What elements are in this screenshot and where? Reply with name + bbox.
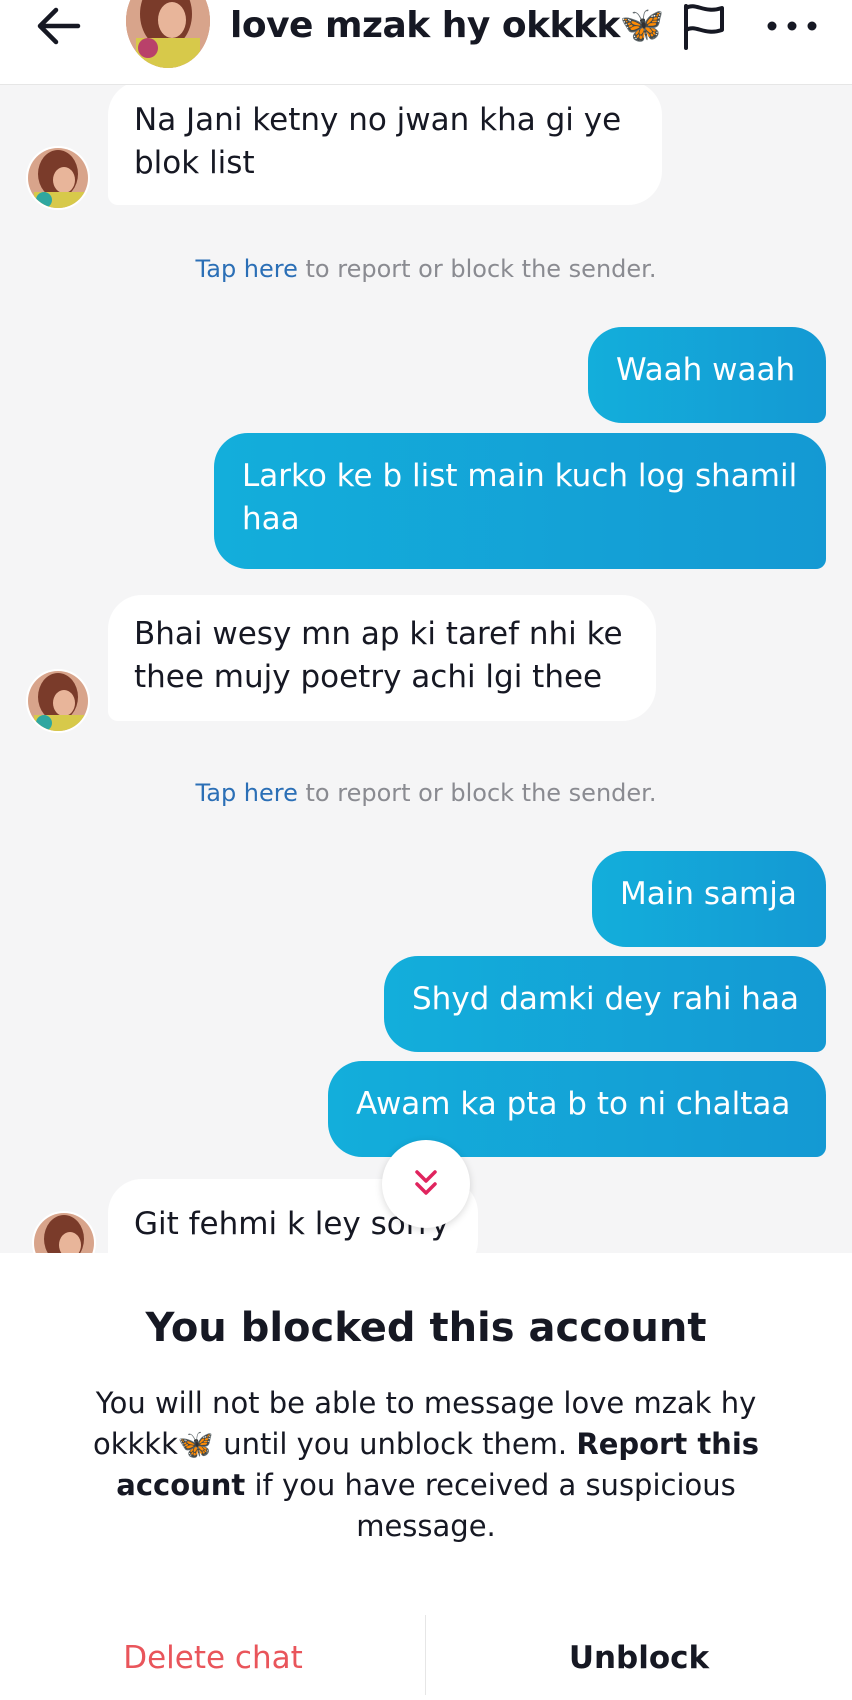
outgoing-message[interactable]: Waah waah	[588, 327, 826, 423]
contact-avatar[interactable]	[126, 0, 210, 68]
more-options-button[interactable]	[762, 6, 822, 46]
blocked-description: You will not be able to message love mza…	[92, 1386, 760, 1543]
double-chevron-down-icon	[415, 1170, 437, 1195]
blocked-account-panel: You blocked this account You will not be…	[0, 1253, 852, 1700]
sender-avatar[interactable]	[32, 1211, 96, 1253]
sender-avatar[interactable]	[26, 146, 90, 210]
message-list[interactable]: Na Jani ketny no jwan kha gi ye blok lis…	[0, 85, 852, 1253]
chat-header: love mzak hy okkkk🦋	[0, 0, 852, 85]
delete-chat-button[interactable]: Delete chat	[0, 1623, 426, 1693]
outgoing-message[interactable]: Main samja	[592, 851, 826, 947]
tap-here-link[interactable]: Tap here	[196, 255, 298, 283]
flag-icon	[684, 4, 724, 50]
blocked-title: You blocked this account	[145, 1305, 707, 1351]
report-notice: Tap here to report or block the sender.	[195, 779, 657, 807]
scroll-to-bottom-button[interactable]	[382, 1140, 470, 1228]
outgoing-message[interactable]: Larko ke b list main kuch log shamil haa	[214, 433, 826, 569]
report-notice: Tap here to report or block the sender.	[195, 255, 657, 283]
contact-name[interactable]: love mzak hy okkkk🦋	[230, 4, 665, 46]
incoming-message[interactable]: Bhai wesy mn ap ki taref nhi ke thee muj…	[108, 595, 656, 721]
incoming-message[interactable]: Na Jani ketny no jwan kha gi ye blok lis…	[108, 85, 662, 205]
report-button[interactable]	[678, 0, 730, 54]
outgoing-message[interactable]: Shyd damki dey rahi haa	[384, 956, 826, 1052]
arrow-left-icon	[37, 7, 81, 45]
sender-avatar[interactable]	[26, 669, 90, 733]
back-button[interactable]	[32, 0, 92, 56]
blocked-actions: Delete chat Unblock	[0, 1615, 852, 1695]
unblock-button[interactable]: Unblock	[426, 1623, 852, 1693]
tap-here-link[interactable]: Tap here	[196, 779, 298, 807]
ellipsis-icon	[767, 21, 817, 31]
